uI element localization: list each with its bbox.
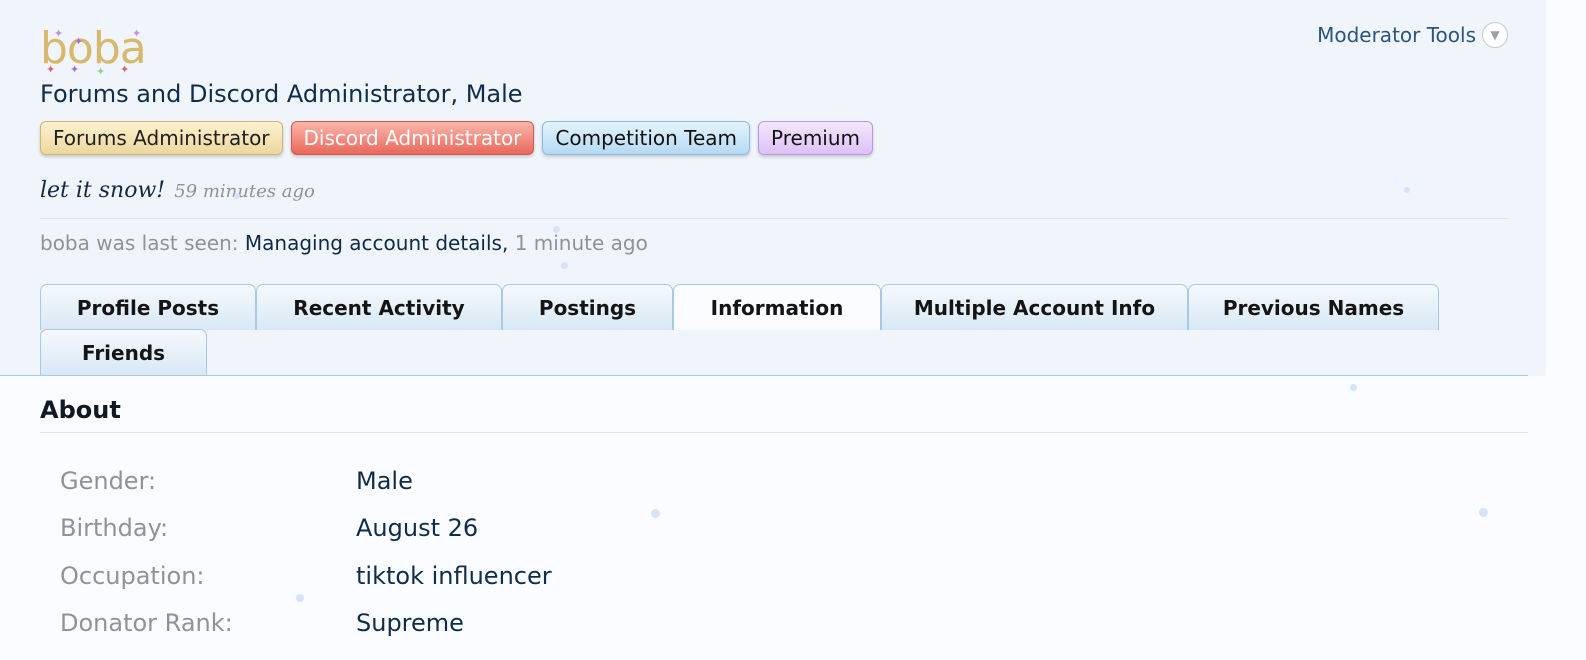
user-title: Forums and Discord Administrator, Male xyxy=(40,80,523,108)
snowflake-dot xyxy=(1350,384,1357,391)
info-row-occupation: Occupation: tiktok influencer xyxy=(60,562,552,590)
tab-multiple-account-info[interactable]: Multiple Account Info xyxy=(881,284,1188,330)
last-seen-prefix: boba was last seen: xyxy=(40,231,239,255)
snowflake-dot xyxy=(296,594,304,602)
snowflake-dot xyxy=(553,226,560,233)
snowflake-dot xyxy=(1404,187,1410,193)
info-label: Occupation: xyxy=(60,562,205,590)
username-logo: boba ✦ ✦ ✦ ✦ ✦ ✦ ✦ xyxy=(40,24,147,78)
tab-profile-posts[interactable]: Profile Posts xyxy=(40,284,256,330)
tab-information[interactable]: Information xyxy=(673,284,881,330)
tab-friends[interactable]: Friends xyxy=(40,329,207,375)
section-title-about: About xyxy=(40,396,121,424)
banner-discord-administrator: Discord Administrator xyxy=(290,121,535,155)
snowflake-dot xyxy=(1479,508,1488,517)
sparkle-icon: ✦ xyxy=(74,35,83,48)
tab-previous-names[interactable]: Previous Names xyxy=(1188,284,1439,330)
last-seen: boba was last seen: Managing account det… xyxy=(40,231,648,255)
banner-forums-administrator: Forums Administrator xyxy=(40,121,283,155)
sparkle-icon: ✦ xyxy=(120,63,129,76)
snowflake-dot xyxy=(561,262,568,269)
info-row-donator-rank: Donator Rank: Supreme xyxy=(60,609,464,637)
info-value: Male xyxy=(356,467,413,495)
banner-competition-team: Competition Team xyxy=(542,121,751,155)
info-row-birthday: Birthday: August 26 xyxy=(60,514,478,542)
profile-tabs-row-2: Friends xyxy=(40,329,207,375)
status-message: let it snow! 59 minutes ago xyxy=(40,178,315,203)
info-value: tiktok influencer xyxy=(356,562,552,590)
sparkle-icon: ✦ xyxy=(70,63,79,76)
divider xyxy=(40,432,1528,433)
divider xyxy=(40,218,1508,219)
last-seen-time: 1 minute ago xyxy=(514,231,648,255)
content-border xyxy=(0,375,1528,376)
chevron-down-circle-icon[interactable]: ▼ xyxy=(1482,22,1508,48)
info-value: August 26 xyxy=(356,514,479,542)
info-label: Donator Rank: xyxy=(60,609,233,637)
info-label: Birthday: xyxy=(60,514,169,542)
sparkle-icon: ✦ xyxy=(54,27,63,40)
sparkle-icon: ✦ xyxy=(132,27,141,40)
info-row-gender: Gender: Male xyxy=(60,467,413,495)
info-label: Gender: xyxy=(60,467,157,495)
sparkle-icon: ✦ xyxy=(96,65,105,78)
snowflake-dot xyxy=(651,509,660,518)
status-time[interactable]: 59 minutes ago xyxy=(174,181,315,202)
tab-recent-activity[interactable]: Recent Activity xyxy=(256,284,502,330)
moderator-tools-label[interactable]: Moderator Tools xyxy=(1317,23,1476,47)
snowflake-dot xyxy=(234,193,240,199)
last-seen-activity[interactable]: Managing account details, xyxy=(245,231,508,255)
info-value: Supreme xyxy=(356,609,464,637)
sparkle-icon: ✦ xyxy=(46,63,55,76)
moderator-tools-menu[interactable]: Moderator Tools ▼ xyxy=(1317,22,1508,48)
tab-postings[interactable]: Postings xyxy=(502,284,673,330)
page-right-strip xyxy=(1546,0,1586,660)
profile-tabs: Profile Posts Recent Activity Postings I… xyxy=(40,284,1439,330)
status-text: let it snow! xyxy=(40,178,166,203)
user-banners: Forums Administrator Discord Administrat… xyxy=(40,121,874,155)
banner-premium: Premium xyxy=(758,121,874,155)
